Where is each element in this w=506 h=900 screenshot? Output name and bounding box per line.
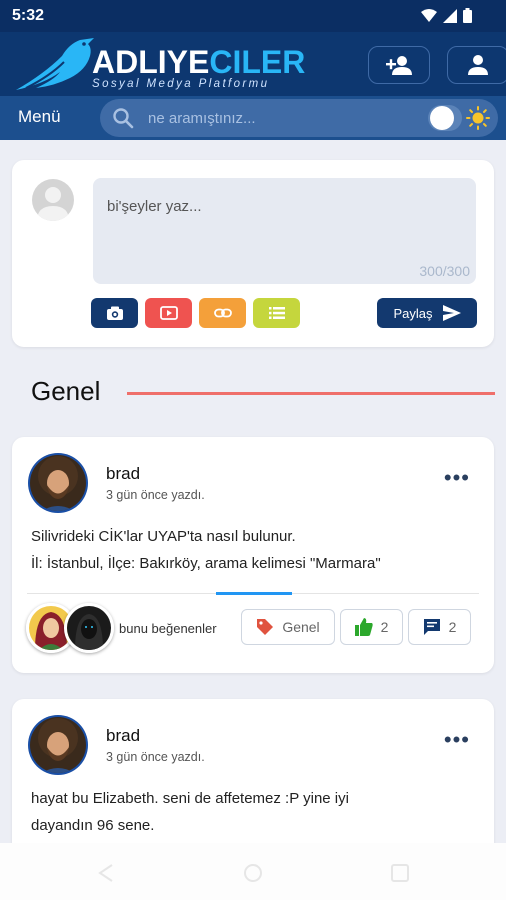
section-title: Genel xyxy=(31,376,101,406)
more-options-icon[interactable]: ••• xyxy=(444,727,470,753)
app-header: ADLIYECILER Sosyal Medya Platformu xyxy=(0,32,506,96)
author-name[interactable]: brad xyxy=(106,726,140,746)
likers-label[interactable]: bunu beğenenler xyxy=(119,621,217,636)
category-tag[interactable]: Genel xyxy=(241,609,335,645)
recents-icon[interactable] xyxy=(390,863,410,883)
more-options-icon[interactable]: ••• xyxy=(444,465,470,491)
menu-bar: Menü xyxy=(0,96,506,140)
add-photo-button[interactable] xyxy=(91,298,138,328)
post-text-line: İl: İstanbul, İlçe: Bakırköy, arama keli… xyxy=(31,555,381,572)
comment-button[interactable]: 2 xyxy=(408,609,471,645)
sun-icon xyxy=(466,106,490,130)
send-icon xyxy=(442,305,461,321)
like-count: 2 xyxy=(380,619,389,635)
share-label: Paylaş xyxy=(393,305,433,321)
add-list-button[interactable] xyxy=(253,298,300,328)
add-user-icon xyxy=(386,56,412,75)
brand-title[interactable]: ADLIYECILER xyxy=(92,46,305,78)
char-counter: 300/300 xyxy=(419,263,470,279)
author-name[interactable]: brad xyxy=(106,464,140,484)
add-friend-button[interactable] xyxy=(368,46,430,84)
likers-avatars[interactable] xyxy=(26,603,116,655)
search-input[interactable] xyxy=(148,105,418,131)
list-icon xyxy=(268,307,285,319)
brand-accent: CILER xyxy=(209,44,306,80)
bird-logo-icon xyxy=(16,38,94,90)
profile-button[interactable] xyxy=(447,46,506,84)
add-link-button[interactable] xyxy=(199,298,246,328)
post-divider-accent xyxy=(216,592,292,595)
post-text-line: dayandın 96 sene. xyxy=(31,817,155,834)
author-avatar[interactable] xyxy=(27,714,89,776)
section-divider xyxy=(127,392,495,395)
theme-toggle[interactable] xyxy=(428,105,462,131)
camera-icon xyxy=(106,306,123,320)
brand-main: ADLIYE xyxy=(92,44,210,80)
status-time: 5:32 xyxy=(12,7,45,24)
search-bar xyxy=(100,99,498,137)
video-icon xyxy=(159,306,178,320)
author-avatar[interactable] xyxy=(27,452,89,514)
battery-icon xyxy=(463,8,472,23)
wifi-icon xyxy=(421,8,437,22)
search-icon xyxy=(113,108,134,129)
like-button[interactable]: 2 xyxy=(340,609,403,645)
comment-count: 2 xyxy=(448,619,457,635)
menu-button[interactable]: Menü xyxy=(18,107,61,127)
home-icon[interactable] xyxy=(243,863,263,883)
back-icon[interactable] xyxy=(96,863,116,883)
status-bar: 5:32 xyxy=(0,0,506,32)
post-text-line: hayat bu Elizabeth. seni de affetemez :P… xyxy=(31,790,349,807)
post-text-line: Silivrideki CİK'lar UYAP'ta nasıl bulunu… xyxy=(31,528,296,545)
post-composer: 300/300 Paylaş xyxy=(12,160,494,347)
thumbs-up-icon xyxy=(354,618,373,636)
tag-icon xyxy=(257,619,274,635)
system-nav-bar xyxy=(0,843,506,900)
signal-icon xyxy=(443,8,457,23)
current-user-avatar xyxy=(32,179,74,221)
toggle-knob xyxy=(430,106,454,130)
user-icon xyxy=(468,55,488,75)
post-time: 3 gün önce yazdı. xyxy=(106,488,205,502)
category-label: Genel xyxy=(282,619,320,635)
post-card: brad 3 gün önce yazdı. ••• hayat bu Eliz… xyxy=(12,699,494,859)
link-icon xyxy=(213,308,232,318)
post-card: brad 3 gün önce yazdı. ••• Silivrideki C… xyxy=(12,437,494,673)
add-video-button[interactable] xyxy=(145,298,192,328)
share-button[interactable]: Paylaş xyxy=(377,298,477,328)
comment-icon xyxy=(423,619,440,635)
liker-avatar xyxy=(64,603,114,653)
post-time: 3 gün önce yazdı. xyxy=(106,750,205,764)
brand-subtitle: Sosyal Medya Platformu xyxy=(92,78,270,90)
